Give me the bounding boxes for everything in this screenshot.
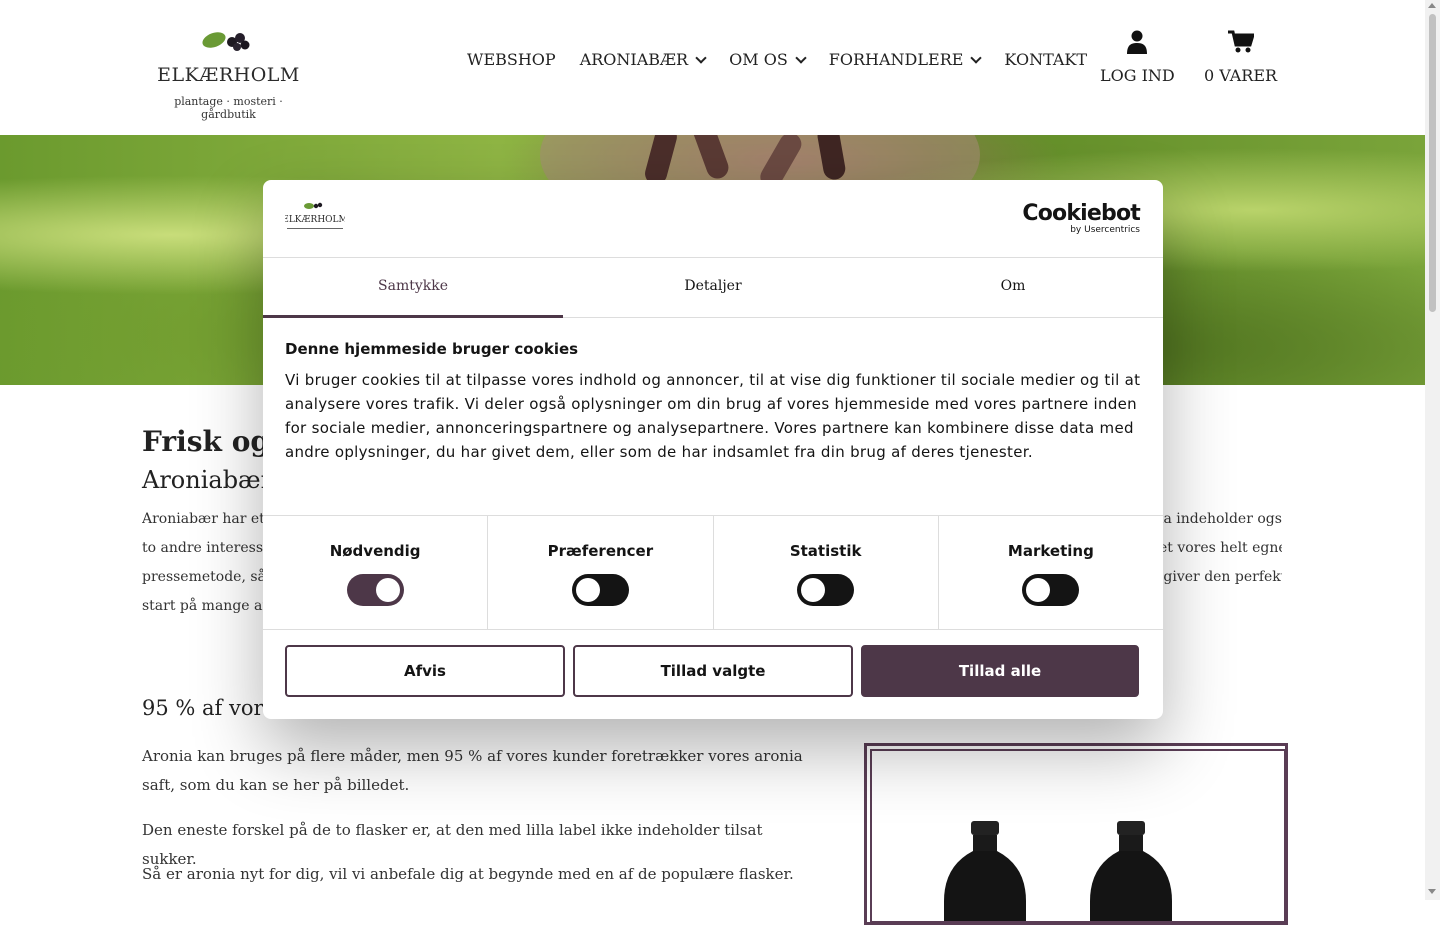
dialog-tabs: Samtykke Detaljer Om: [263, 257, 1163, 318]
decline-button[interactable]: Afvis: [285, 645, 565, 697]
cookiebot-logo[interactable]: Cookiebot by Usercentrics: [1022, 201, 1140, 236]
cookie-categories: Nødvendig Præferencer Statistik Marketin…: [263, 515, 1163, 630]
category-marketing: Marketing: [939, 516, 1163, 629]
toggle-knob: [801, 578, 826, 602]
dialog-site-logo: ELKÆRHOLM: [282, 200, 348, 236]
category-noedvendig: Nødvendig: [263, 516, 489, 629]
category-statistik: Statistik: [714, 516, 939, 629]
scrollbar-thumb[interactable]: [1429, 14, 1436, 312]
category-label: Nødvendig: [329, 542, 421, 560]
category-label: Præferencer: [547, 542, 654, 560]
dialog-header: ELKÆRHOLM Cookiebot by Usercentrics: [263, 180, 1163, 258]
dialog-logo-name: ELKÆRHOLM: [285, 215, 345, 225]
cookie-consent-dialog: ELKÆRHOLM Cookiebot by Usercentrics Samt…: [263, 180, 1163, 719]
dialog-buttons: Afvis Tillad valgte Tillad alle: [285, 645, 1140, 697]
cookiebot-by: by Usercentrics: [1070, 225, 1140, 235]
dialog-body: Denne hjemmeside bruger cookies Vi bruge…: [285, 340, 1145, 464]
toggle-noedvendig[interactable]: [346, 574, 404, 606]
tab-samtykke[interactable]: Samtykke: [263, 257, 563, 318]
scroll-down-arrow-icon[interactable]: [1428, 889, 1436, 894]
dialog-text: Vi bruger cookies til at tilpasse vores …: [285, 371, 1141, 461]
toggle-knob: [1026, 578, 1051, 602]
category-label: Marketing: [1007, 542, 1094, 560]
toggle-statistik[interactable]: [797, 574, 855, 606]
allow-all-button[interactable]: Tillad alle: [861, 645, 1139, 697]
cookiebot-brand: Cookiebot: [1022, 201, 1140, 226]
category-praeferencer: Præferencer: [488, 516, 714, 629]
toggle-knob: [575, 578, 600, 602]
dialog-logo-image: ELKÆRHOLM: [282, 202, 348, 229]
toggle-marketing[interactable]: [1022, 574, 1080, 606]
toggle-praeferencer[interactable]: [571, 574, 629, 606]
dialog-title: Denne hjemmeside bruger cookies: [285, 340, 579, 358]
allow-selected-button[interactable]: Tillad valgte: [573, 645, 853, 697]
scroll-up-arrow-icon[interactable]: [1428, 3, 1436, 8]
tab-detaljer[interactable]: Detaljer: [563, 257, 863, 317]
toggle-knob: [375, 578, 400, 602]
tab-om[interactable]: Om: [863, 257, 1163, 317]
category-label: Statistik: [789, 542, 862, 560]
